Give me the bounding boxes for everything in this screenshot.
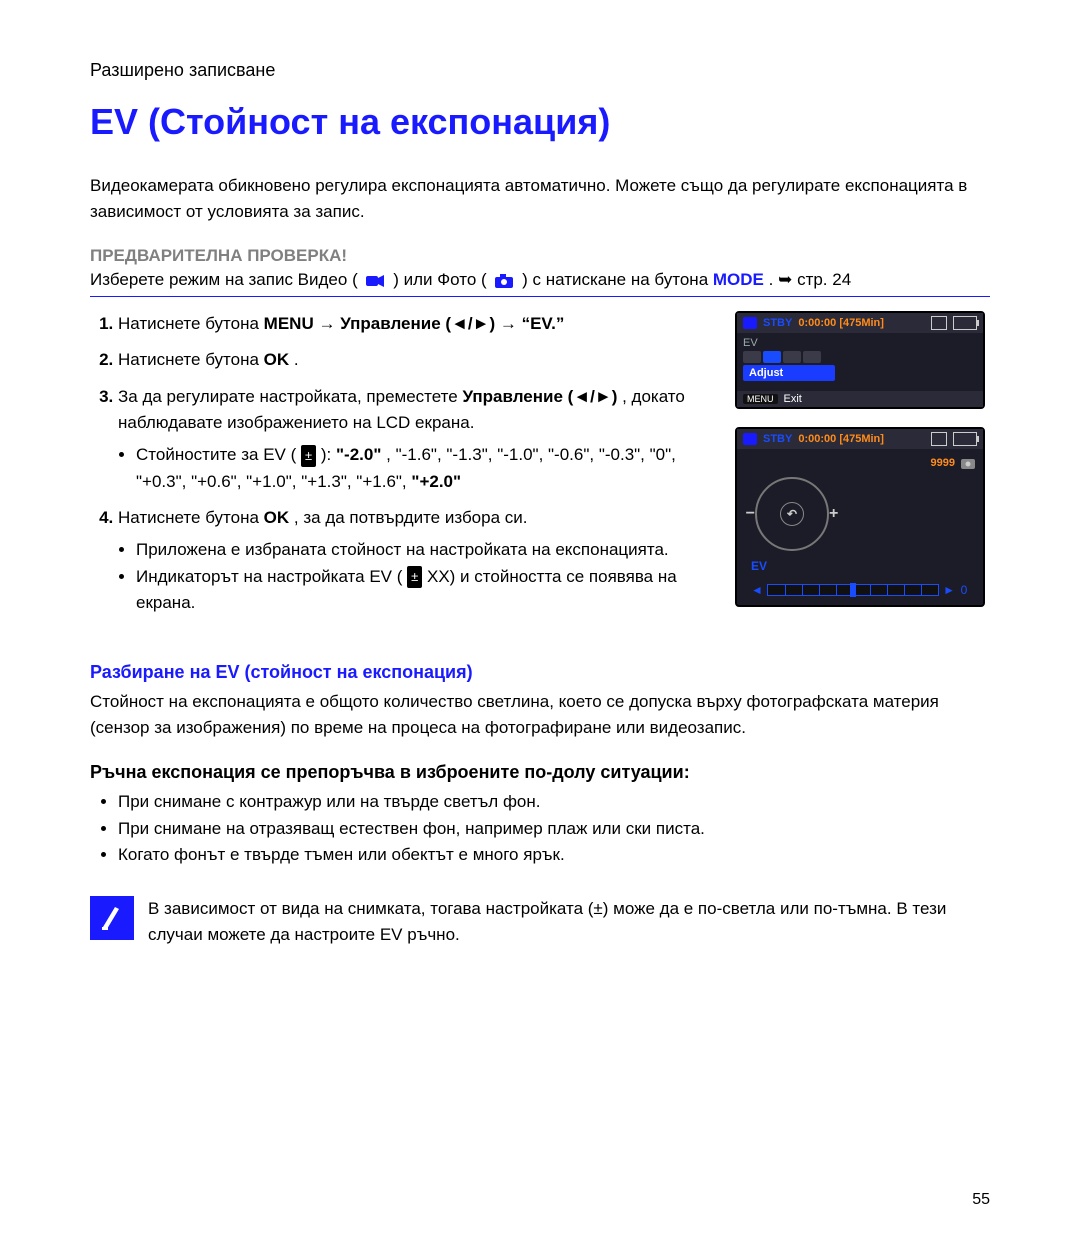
lcd2-count: 9999	[931, 457, 955, 469]
card-icon-2	[931, 432, 947, 446]
step1-menu: MENU	[264, 314, 314, 333]
record-mode-icon-2	[743, 433, 757, 445]
step4-ok: OK	[264, 508, 290, 527]
record-mode-icon	[743, 317, 757, 329]
situation-3: Когато фонът е твърде тъмен или обектът …	[118, 842, 990, 868]
precheck-mid: ) или Фото (	[393, 270, 486, 289]
step4-a: Натиснете бутона	[118, 508, 264, 527]
ev-back-icon[interactable]: ↶	[780, 502, 804, 526]
step-2: Натиснете бутона OK .	[118, 347, 715, 373]
lcd1-tabs	[743, 351, 977, 363]
lcd1-time: 0:00:00 [475Min]	[798, 317, 884, 329]
step1-ev: “EV.”	[522, 314, 565, 333]
precheck-pre: Изберете режим на запис Видео (	[90, 270, 358, 289]
lcd1-menu-title: EV	[743, 337, 977, 349]
lcd1-exit-label: Exit	[784, 393, 802, 405]
ev-pm-icon-2: ±	[407, 566, 422, 588]
photo-icon	[495, 274, 513, 288]
step3-bullet: Стойностите за EV ( ± ): "-2.0" , "-1.6"…	[136, 442, 715, 495]
subhead-manual: Ръчна експонация се препоръчва в изброен…	[90, 762, 990, 783]
situations-list: При снимане с контражур или на твърде св…	[90, 789, 990, 868]
lcd1-stby: STBY	[763, 317, 792, 329]
ev-dial[interactable]: − ↶ +	[755, 477, 829, 551]
step2-b: .	[294, 350, 299, 369]
step1-control: Управление	[340, 314, 440, 333]
intro-text: Видеокамерата обикновено регулира експон…	[90, 173, 990, 224]
lcd1-menu-btn[interactable]: MENU	[743, 394, 778, 404]
step3-a: За да регулирате настройката, преместете	[118, 387, 462, 406]
precheck-label: ПРЕДВАРИТЕЛНА ПРОВЕРКА!	[90, 246, 990, 266]
step1-arrows: (◄/►)	[445, 314, 499, 333]
precheck-post: ) с натискане на бутона	[522, 270, 708, 289]
mode-word: MODE	[713, 270, 764, 289]
step3-control: Управление	[462, 387, 562, 406]
step2-ok: OK	[264, 350, 290, 369]
step1-a: Натиснете бутона	[118, 314, 264, 333]
subhead-ev: Разбиране на EV (стойност на експонация)	[90, 662, 990, 683]
precheck-row: Изберете режим на запис Видео ( ) или Фо…	[90, 270, 990, 297]
page-title: EV (Стойност на експонация)	[90, 101, 990, 143]
page-number: 55	[972, 1191, 990, 1209]
lcd2-ev-value: 0	[959, 583, 969, 597]
note-row: В зависимост от вида на снимката, тогава…	[90, 896, 990, 947]
ev-pm-icon: ±	[301, 445, 316, 467]
step3-v2: "+2.0"	[411, 472, 461, 491]
video-icon	[366, 274, 384, 288]
ev-bar-left-icon[interactable]: ◄	[751, 583, 763, 597]
photo-icon-small	[961, 457, 975, 469]
lcd2-stby: STBY	[763, 433, 792, 445]
chapter-label: Разширено записване	[90, 60, 990, 81]
lcd2-time: 0:00:00 [475Min]	[798, 433, 884, 445]
step3-bullet-a: Стойностите за EV (	[136, 445, 296, 464]
ev-track[interactable]	[767, 584, 939, 596]
subhead-ev-text: Стойност на експонацията е общото количе…	[90, 689, 990, 740]
ev-bar[interactable]: ◄ ►	[745, 583, 975, 597]
ev-bar-right-icon[interactable]: ►	[943, 583, 955, 597]
precheck-text: Изберете режим на запис Видео ( ) или Фо…	[90, 270, 990, 290]
situation-2: При снимане на отразяващ естествен фон, …	[118, 816, 990, 842]
battery-icon-2	[953, 432, 977, 446]
camera-lcd-ev: STBY 0:00:00 [475Min] 9999 − ↶	[735, 427, 985, 607]
step-4: Натиснете бутона OK , за да потвърдите и…	[118, 505, 715, 616]
step-3: За да регулирате настройката, преместете…	[118, 384, 715, 495]
step3-bullet-b: ):	[321, 445, 336, 464]
situation-1: При снимане с контражур или на твърде св…	[118, 789, 990, 815]
note-text: В зависимост от вида на снимката, тогава…	[148, 896, 990, 947]
lcd1-menu-item[interactable]: Adjust	[743, 365, 835, 381]
steps-list: Натиснете бутона MENU → Управление (◄/►)…	[90, 311, 715, 616]
step-1: Натиснете бутона MENU → Управление (◄/►)…	[118, 311, 715, 337]
ev-marker[interactable]	[850, 583, 856, 597]
battery-icon	[953, 316, 977, 330]
page-ref-icon: ➥	[778, 270, 792, 289]
step4-b: , за да потвърдите избора си.	[294, 508, 528, 527]
precheck-ref: стр. 24	[797, 270, 851, 289]
card-icon	[931, 316, 947, 330]
step3-arrows: (◄/►)	[568, 387, 618, 406]
ev-plus[interactable]: +	[829, 505, 838, 523]
step3-v1: "-2.0"	[336, 445, 381, 464]
camera-lcd-menu: STBY 0:00:00 [475Min] EV Adjust MENU Exi…	[735, 311, 985, 409]
manual-page: Разширено записване EV (Стойност на експ…	[0, 0, 1080, 1235]
step4-bullet2: Индикаторът на настройката EV ( ± XX) и …	[136, 564, 715, 617]
ev-minus[interactable]: −	[746, 505, 755, 523]
note-icon	[90, 896, 134, 940]
step2-a: Натиснете бутона	[118, 350, 264, 369]
lcd2-ev-label: EV	[751, 559, 975, 573]
step4-bullet1: Приложена е избраната стойност на настро…	[136, 537, 715, 563]
step4-b2a: Индикаторът на настройката EV (	[136, 567, 402, 586]
